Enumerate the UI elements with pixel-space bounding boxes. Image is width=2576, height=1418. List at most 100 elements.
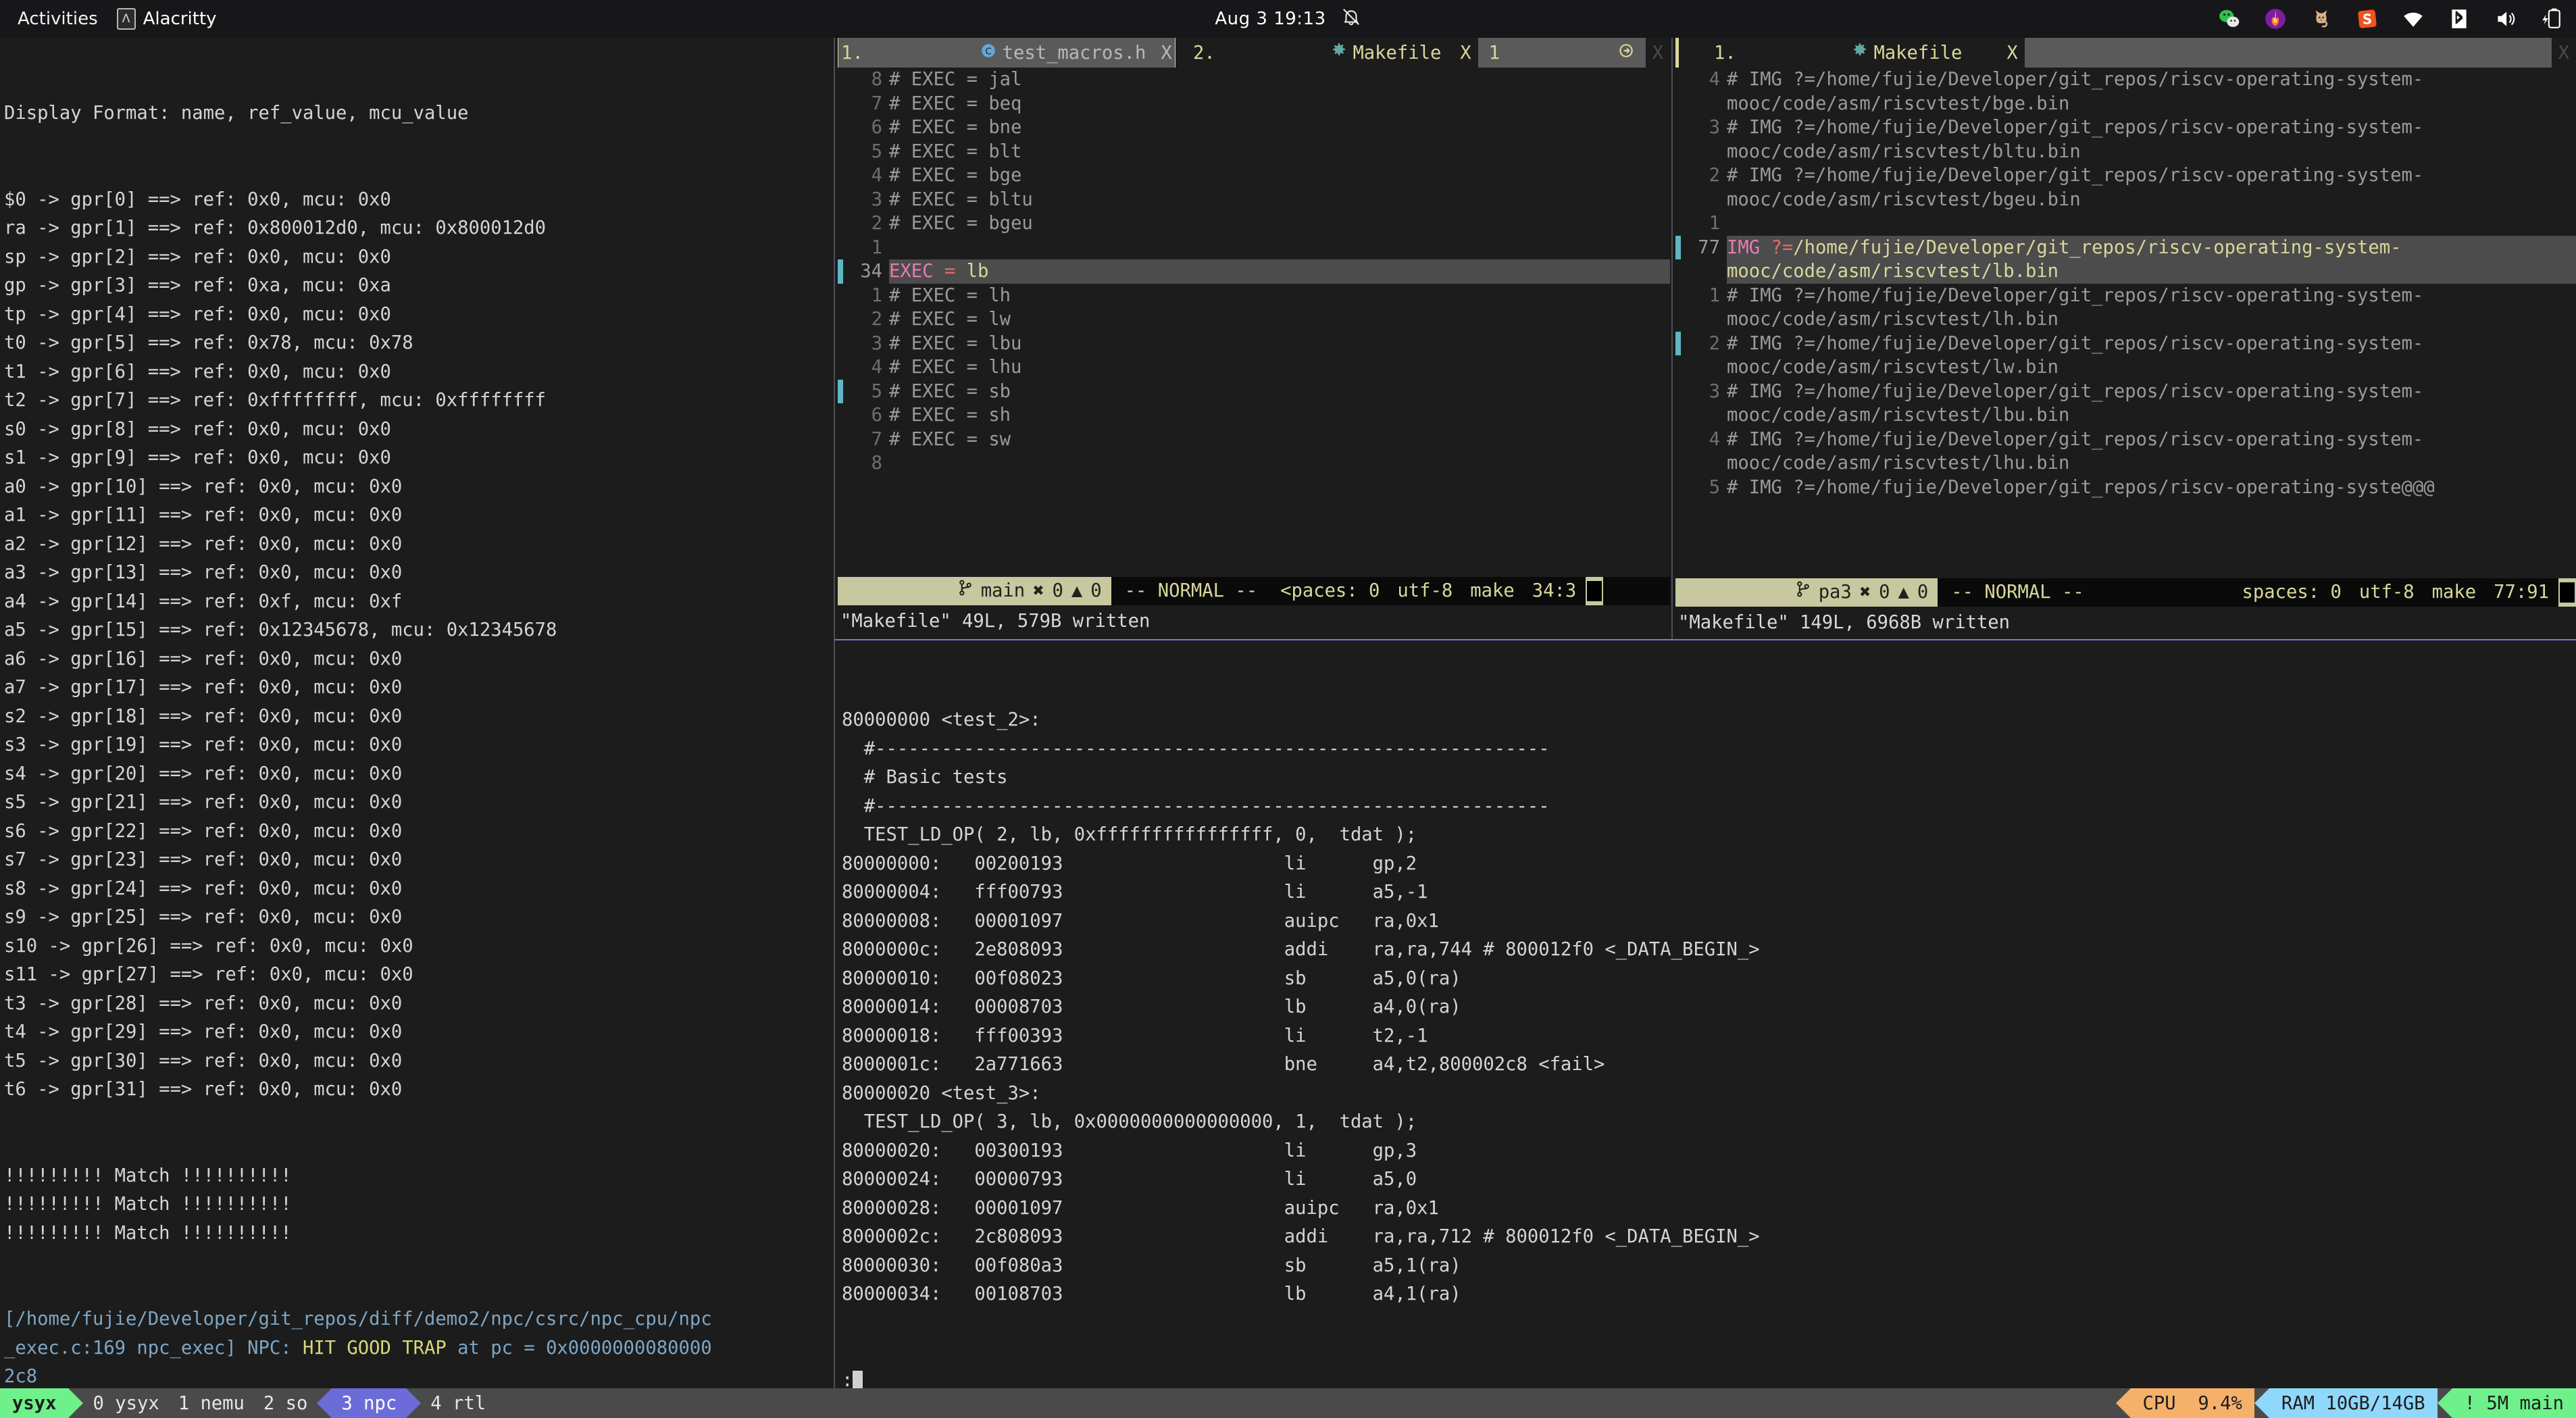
tmux-session-name[interactable]: ysyx xyxy=(0,1388,69,1418)
buffer-line[interactable]: 6 # EXEC = sh xyxy=(838,403,1670,428)
battery-charging-icon[interactable] xyxy=(2538,6,2564,32)
buffer-line[interactable]: 1 # IMG ?=/home/fujie/Developer/git_repos… xyxy=(1675,284,2576,308)
shell-prompt-bottom[interactable]: : xyxy=(842,1367,2576,1388)
buffer-line-wrap[interactable]: mooc/code/asm/riscvtest/lb.bin xyxy=(1675,259,2576,284)
buffer-line-wrap[interactable]: mooc/code/asm/riscvtest/bltu.bin xyxy=(1675,140,2576,164)
pane-divider-vertical-2[interactable] xyxy=(1671,38,1673,639)
volume-icon[interactable] xyxy=(2492,6,2518,32)
register-row: t6 -> gpr[31] ==> ref: 0x0, mcu: 0x0 xyxy=(4,1079,403,1100)
tab-close-icon-2[interactable]: X xyxy=(1453,43,1478,64)
gitsign-gutter xyxy=(1675,331,1681,355)
line-number: 1 xyxy=(871,236,882,258)
buffer-line[interactable]: 3 # EXEC = bltu xyxy=(838,188,1670,212)
buffer-line[interactable]: 2 # EXEC = bgeu xyxy=(838,211,1670,236)
buffer-line[interactable]: 4 # IMG ?=/home/fujie/Developer/git_repos… xyxy=(1675,428,2576,452)
tabline-close-all-icon[interactable]: X xyxy=(1646,43,1670,64)
line-text: # EXEC = sh xyxy=(889,405,1011,426)
buffer-line[interactable]: 3 # IMG ?=/home/fujie/Developer/git_repos… xyxy=(1675,116,2576,140)
wifi-icon[interactable] xyxy=(2400,6,2426,32)
pane-nvim-makefile[interactable]: 1. Makefile X X 4 # IMG ?=/home/fujie/Dev… xyxy=(1675,38,2576,636)
buffer-line[interactable]: 1 xyxy=(838,236,1670,260)
buffer-line-wrap[interactable]: mooc/code/asm/riscvtest/bgeu.bin xyxy=(1675,188,2576,212)
buffer-line[interactable]: 4 # EXEC = bge xyxy=(838,163,1670,188)
tabline-close-all-icon[interactable]: X xyxy=(2552,43,2576,64)
buffer-line[interactable]: 5 # EXEC = blt xyxy=(838,140,1670,164)
tab-test-macros-h[interactable]: 1. C test_macros.h X xyxy=(838,38,1175,68)
buffer-line-wrap[interactable]: mooc/code/asm/riscvtest/lbu.bin xyxy=(1675,403,2576,428)
register-row: a6 -> gpr[16] ==> ref: 0x0, mcu: 0x0 xyxy=(4,648,403,669)
error-icon: ✖ xyxy=(1859,582,1871,603)
register-row: s6 -> gpr[22] ==> ref: 0x0, mcu: 0x0 xyxy=(4,820,403,842)
buffer-line[interactable]: 6 # EXEC = bne xyxy=(838,116,1670,140)
line-text: # IMG ?=/home/fujie/Developer/git_repos/… xyxy=(1727,332,2424,354)
buffer-line[interactable]: 8 # EXEC = jal xyxy=(838,68,1670,92)
buffer-line[interactable]: 8 xyxy=(838,451,1670,476)
activities-button[interactable]: Activities xyxy=(18,9,98,29)
tab-makefile[interactable]: 2. Makefile xyxy=(1190,38,1444,68)
buffer-line[interactable]: 2 # IMG ?=/home/fujie/Developer/git_repos… xyxy=(1675,163,2576,188)
line-text-wrap: mooc/code/asm/riscvtest/bltu.bin xyxy=(1727,141,2081,162)
buffer-line[interactable]: 4 # EXEC = lhu xyxy=(838,355,1670,380)
flameshot-icon[interactable] xyxy=(2263,6,2288,32)
buffer-line[interactable]: 34 EXEC = lb xyxy=(838,259,1670,284)
tmux-window-list[interactable]: 0 ysyx 1 nemu 2 so 3 npc 4 rtl xyxy=(83,1388,495,1418)
buffer-line[interactable]: 7 # EXEC = sw xyxy=(838,428,1670,452)
gitsign-gutter xyxy=(1675,284,1681,308)
buffer-line[interactable]: 7 # EXEC = beq xyxy=(838,92,1670,116)
bluetooth-icon[interactable] xyxy=(2446,6,2472,32)
buffer-line-wrap[interactable]: mooc/code/asm/riscvtest/lhu.bin xyxy=(1675,451,2576,476)
buffer-line[interactable]: 1 xyxy=(1675,211,2576,236)
buffer-line[interactable]: 1 # EXEC = lh xyxy=(838,284,1670,308)
log-message-line: _exec.c:169 npc_exec] NPC: HIT GOOD TRAP… xyxy=(4,1337,712,1359)
tmux-status-right: CPU 9.4% RAM 10GB/14GB ! 5M main xyxy=(2115,1388,2576,1418)
buffer-line-wrap[interactable]: mooc/code/asm/riscvtest/bge.bin xyxy=(1675,92,2576,116)
line-text-wrap: mooc/code/asm/riscvtest/lb.bin xyxy=(1727,259,2576,284)
tab-close-icon[interactable]: X xyxy=(2000,43,2024,64)
tab-makefile-right[interactable]: 1. Makefile xyxy=(1711,38,1965,68)
nvim-buffer-mid[interactable]: 8 # EXEC = jal 7 # EXEC = beq 6 # EXEC = bne 5… xyxy=(838,68,1670,476)
objdump-line: 80000030: 00f080a3 sb a5,1(ra) xyxy=(842,1255,1461,1276)
pane-npc-output[interactable]: Display Format: name, ref_value, mcu_val… xyxy=(0,38,832,1388)
register-row: gp -> gpr[3] ==> ref: 0xa, mcu: 0xa xyxy=(4,275,391,296)
active-app-indicator[interactable]: Λ Alacritty xyxy=(116,8,217,30)
tmux-window-rtl[interactable]: 4 rtl xyxy=(421,1388,495,1418)
tmux-window-so[interactable]: 2 so xyxy=(254,1388,317,1418)
pane-divider-vertical-1[interactable] xyxy=(834,38,835,1388)
buffer-line-wrap[interactable]: mooc/code/asm/riscvtest/lh.bin xyxy=(1675,307,2576,332)
gitsign-gutter xyxy=(1675,428,1681,452)
pane-nvim-test-macros[interactable]: 1. C test_macros.h X 2. Makefile X 1 X 8… xyxy=(838,38,1670,636)
clock[interactable]: Aug 3 19:13 xyxy=(1215,9,1325,29)
tmux-window-npc[interactable]: 3 npc xyxy=(332,1388,407,1418)
buffer-line-wrap[interactable]: mooc/code/asm/riscvtest/lw.bin xyxy=(1675,355,2576,380)
buffer-line[interactable]: 3 # EXEC = lbu xyxy=(838,332,1670,356)
nvim-tabline-right[interactable]: 1. Makefile X X xyxy=(1675,38,2576,68)
nvim-buffer-right[interactable]: 4 # IMG ?=/home/fujie/Developer/git_repos… xyxy=(1675,68,2576,499)
buffer-line[interactable]: 2 # EXEC = lw xyxy=(838,307,1670,332)
warning-count: 0 xyxy=(1090,580,1102,601)
buffer-line[interactable]: 2 # IMG ?=/home/fujie/Developer/git_repos… xyxy=(1675,331,2576,355)
nvim-tabline-mid[interactable]: 1. C test_macros.h X 2. Makefile X 1 X xyxy=(838,38,1670,68)
gitsign-gutter xyxy=(1675,211,1681,236)
buffer-line[interactable]: 5 # EXEC = sb xyxy=(838,379,1670,403)
line-number: 1 xyxy=(871,284,882,306)
line-number: 5 xyxy=(871,380,882,402)
sogou-input-icon[interactable]: S xyxy=(2354,6,2380,32)
tmux-window-nemu[interactable]: 1 nemu xyxy=(169,1388,254,1418)
line-number: 3 xyxy=(1709,117,1720,138)
pane-objdump-listing[interactable]: 80000000 <test_2>: #--------------------… xyxy=(838,646,2576,1388)
tmux-status-bar[interactable]: ysyx 0 ysyx 1 nemu 2 so 3 npc 4 rtl CPU 9.4%… xyxy=(0,1388,2576,1418)
objdump-line: 80000004: fff00793 li a5,-1 xyxy=(842,882,1428,903)
log-wrap-line: 2c8 xyxy=(4,1366,38,1387)
buffer-line[interactable]: 4 # IMG ?=/home/fujie/Developer/git_repos… xyxy=(1675,68,2576,92)
tab-buffer-count-badge[interactable]: 1 xyxy=(1478,38,1646,68)
wechat-icon[interactable] xyxy=(2217,6,2242,32)
buffer-line[interactable]: 3 # IMG ?=/home/fujie/Developer/git_repos… xyxy=(1675,380,2576,404)
buffer-line[interactable]: 5 # IMG ?=/home/fujie/Developer/git_repos… xyxy=(1675,476,2576,500)
tmux-window-ysyx[interactable]: 0 ysyx xyxy=(83,1388,168,1418)
pane-divider-horizontal[interactable] xyxy=(835,639,2576,640)
tab-close-icon[interactable]: X xyxy=(1161,43,1171,64)
buffer-line[interactable]: 77 IMG ?=/home/fujie/Developer/git_repos/… xyxy=(1675,235,2576,259)
top-bar-center[interactable]: Aug 3 19:13 xyxy=(1106,7,1471,32)
cat-app-icon[interactable] xyxy=(2308,6,2334,32)
cursor-position: 34:3 xyxy=(1532,580,1577,601)
